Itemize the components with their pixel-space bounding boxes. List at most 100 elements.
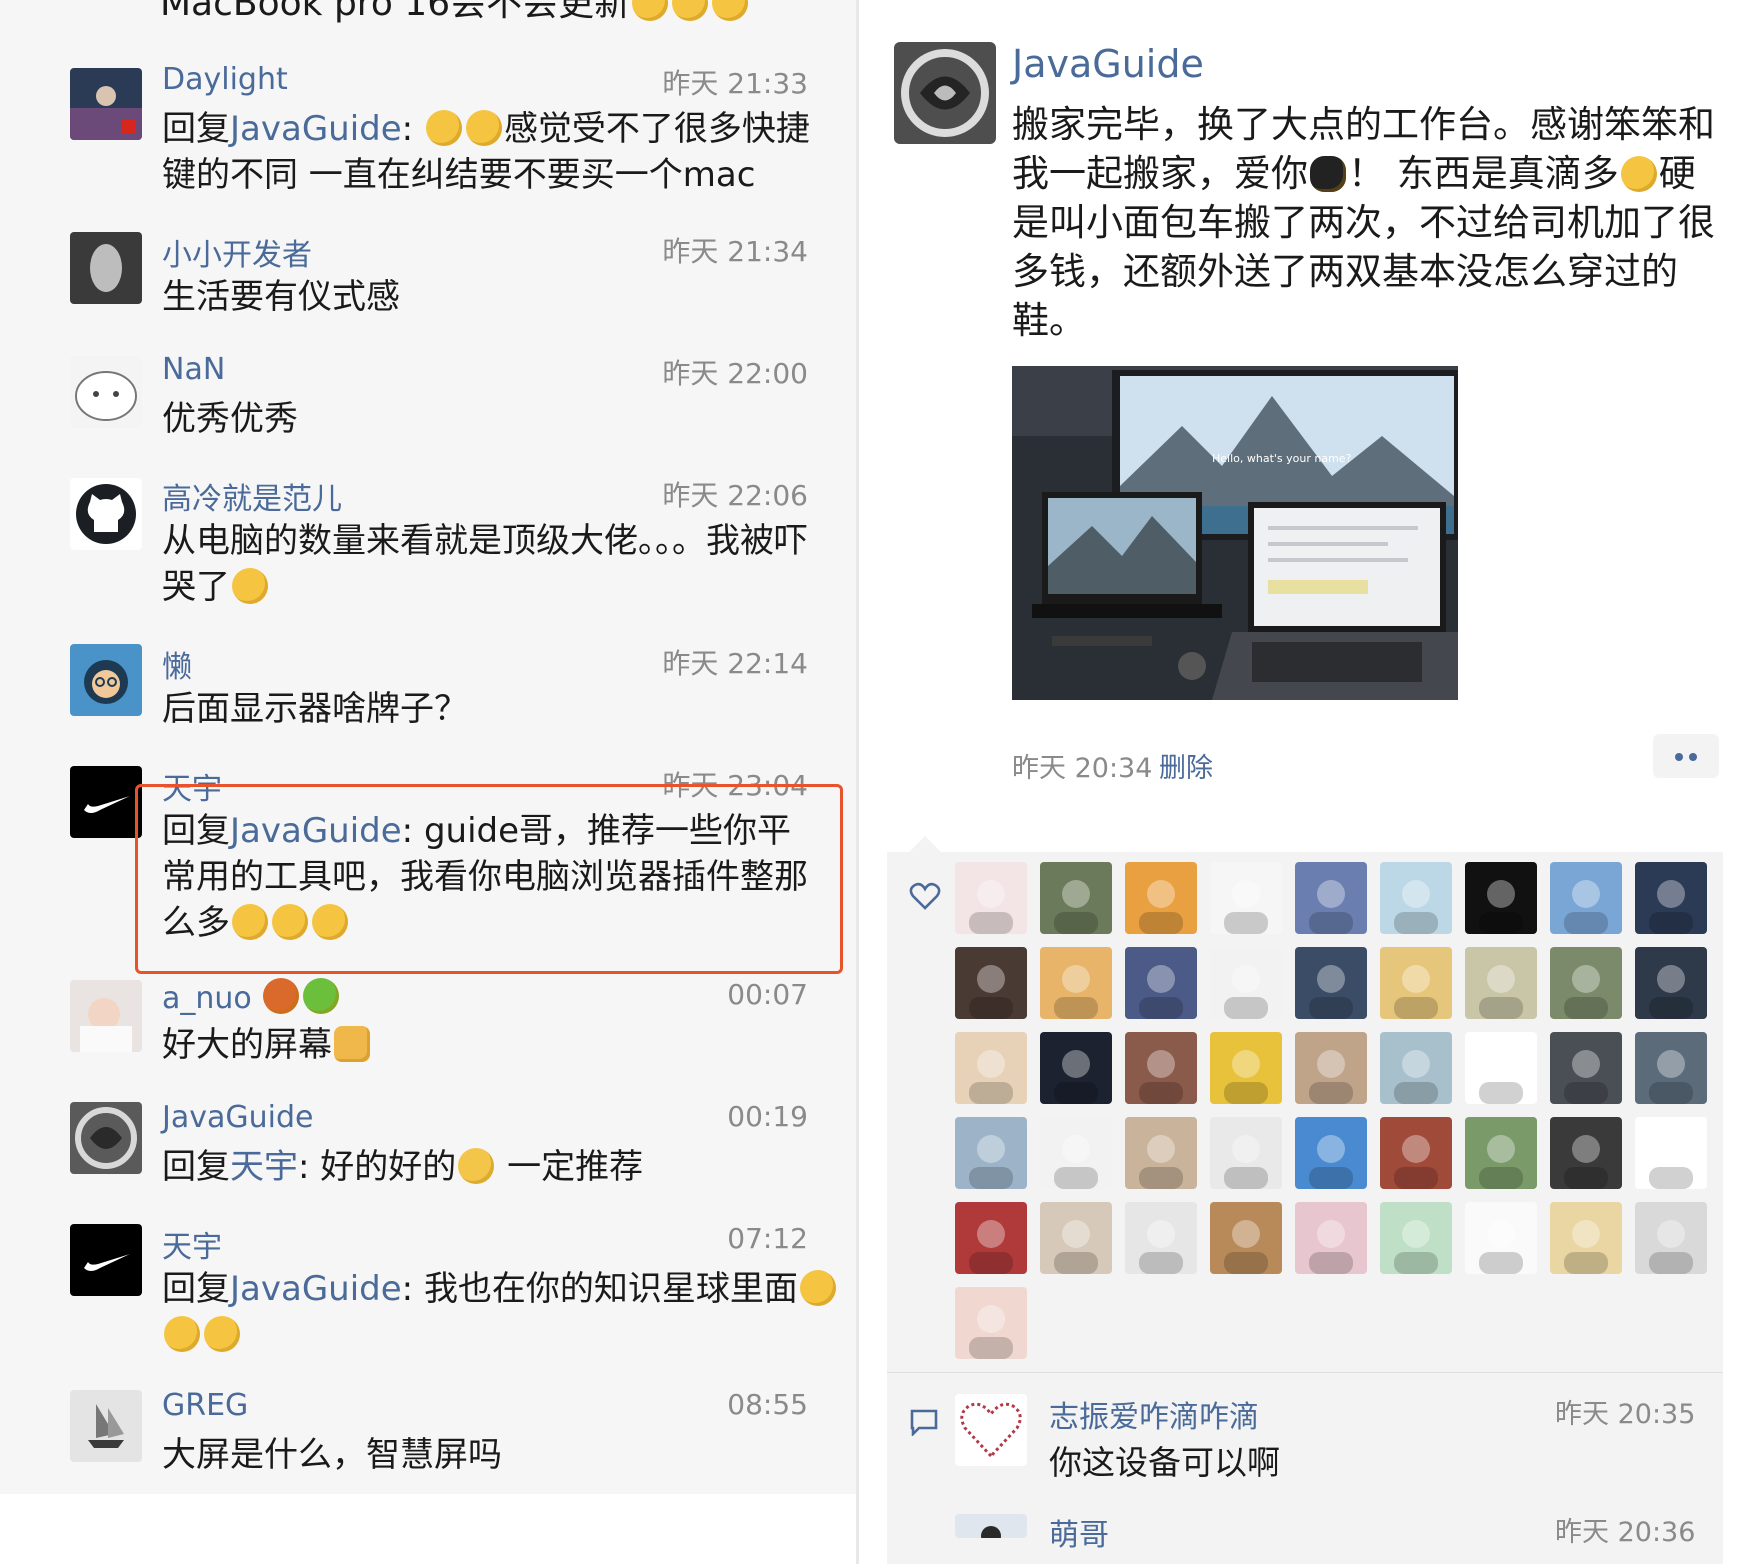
liker-avatar[interactable] [1295,947,1367,1019]
liker-avatar[interactable] [1295,1117,1367,1189]
liker-avatar[interactable] [1210,947,1282,1019]
liker-avatar[interactable] [1465,1117,1537,1189]
avatar[interactable] [70,1102,142,1174]
liker-avatar[interactable] [1465,1202,1537,1274]
liker-avatar[interactable] [955,1032,1027,1104]
commenter-name[interactable]: JavaGuide [162,1100,313,1135]
liker-avatar[interactable] [1550,862,1622,934]
comment-item: 天宇 07:12 回复JavaGuide: 我也在你的知识星球里面 [0,1222,858,1362]
avatar[interactable] [955,1394,1027,1466]
liker-avatar[interactable] [1380,947,1452,1019]
liker-avatar[interactable] [1635,1202,1707,1274]
comment-text: 后面显示器啥牌子？ [162,689,468,729]
comment-item: 高冷就是范儿 昨天 22:06 从电脑的数量来看就是顶级大佬。。。我被吓哭了 [0,474,858,624]
liker-avatar[interactable] [1210,1117,1282,1189]
commenter-name[interactable]: a_nuo [162,978,341,1016]
comment-item: Daylight 昨天 21:33 回复JavaGuide: 感觉受不了很多快捷… [0,62,858,202]
liker-avatar[interactable] [1550,947,1622,1019]
commenter-name[interactable]: 萌哥 [1049,1510,1109,1554]
commenter-name[interactable]: NaN [162,352,225,387]
avatar[interactable] [70,644,142,716]
post-time: 昨天 20:34 [1012,753,1153,784]
avatar[interactable] [70,766,142,838]
comment-time: 昨天 20:35 [1555,1399,1696,1430]
liker-avatar[interactable] [1295,1032,1367,1104]
avatar[interactable] [70,980,142,1052]
liker-avatar[interactable] [955,947,1027,1019]
avatar[interactable] [70,478,142,550]
liker-avatar[interactable] [1635,1032,1707,1104]
comment-time: 07:12 [727,1222,808,1255]
comment-time: 昨天 22:14 [662,647,808,680]
reply-target-link[interactable]: JavaGuide [230,109,402,149]
liker-avatar[interactable] [1380,1202,1452,1274]
liker-avatar[interactable] [1380,1032,1452,1104]
liker-avatar[interactable] [955,1117,1027,1189]
commenter-name[interactable]: 志振爱咋滴咋滴 [1049,1392,1259,1436]
avatar[interactable] [70,68,142,140]
avatar[interactable] [70,356,142,428]
liker-avatar[interactable] [1040,947,1112,1019]
post-photo[interactable]: Hello, what's your name? [1012,366,1458,700]
avatar[interactable] [70,1224,142,1296]
post-author-name[interactable]: JavaGuide [1012,42,1204,86]
liker-avatar[interactable] [1550,1202,1622,1274]
liker-avatar[interactable] [1125,947,1197,1019]
liker-avatar[interactable] [1635,947,1707,1019]
comment-text: 生活要有仪式感 [162,277,400,317]
liker-avatar[interactable] [1210,1032,1282,1104]
apple-emoji [303,978,340,1014]
liker-avatar[interactable] [1380,1117,1452,1189]
liker-avatar[interactable] [1295,862,1367,934]
thinking-emoji [458,1148,495,1184]
liker-avatar[interactable] [1210,862,1282,934]
liker-avatar[interactable] [1550,1032,1622,1104]
liker-avatar[interactable] [955,1202,1027,1274]
commenter-name[interactable]: GREG [162,1388,248,1423]
liker-avatar[interactable] [1040,1032,1112,1104]
liker-avatar[interactable] [1465,947,1537,1019]
comment-text: 从电脑的数量来看就是顶级大佬。。。我被吓哭了 [162,521,808,607]
liker-avatar[interactable] [1380,862,1452,934]
comment-item: 小小开发者 昨天 21:34 生活要有仪式感 [0,230,858,330]
avatar[interactable] [955,1514,1027,1538]
comment-item: a_nuo 00:07 好大的屏幕 [0,978,858,1088]
reply-target-link[interactable]: 天宇 [230,1147,298,1187]
liker-avatar[interactable] [1040,862,1112,934]
commenter-name[interactable]: 高冷就是范儿 [162,474,342,518]
comment-time: 昨天 21:34 [662,235,808,268]
liker-avatar[interactable] [1210,1202,1282,1274]
thumbs-up-emoji [334,1026,370,1062]
liker-avatar[interactable] [1040,1202,1112,1274]
liker-avatar[interactable] [1550,1117,1622,1189]
post-text: 搬家完毕，换了大点的工作台。感谢笨笨和我一起搬家，爱你！ 东西是真滴多 硬是叫小面… [1012,103,1715,342]
reply-target-link[interactable]: JavaGuide [230,1269,402,1309]
more-dots-icon[interactable] [1653,734,1719,778]
avatar[interactable] [70,1390,142,1462]
penguin-emoji [1310,156,1346,192]
comment-time: 昨天 20:36 [1555,1517,1696,1548]
comment-text: 回复JavaGuide: 感觉受不了很多快捷键的不同 一直在纠结要不要买一个ma… [162,109,810,195]
delete-link[interactable]: 删除 [1159,746,1213,785]
liker-avatar[interactable] [1125,1032,1197,1104]
liker-avatar[interactable] [1465,1032,1537,1104]
liker-avatar[interactable] [955,1287,1027,1359]
post-author-avatar[interactable] [894,42,996,144]
comment-item: NaN 昨天 22:00 优秀优秀 [0,352,858,452]
comment-item: GREG 08:55 大屏是什么，智慧屏吗 [0,1388,858,1488]
liker-avatar[interactable] [1465,862,1537,934]
commenter-name[interactable]: 小小开发者 [162,230,312,274]
commenter-name[interactable]: 懒 [162,642,192,686]
liker-avatar[interactable] [1635,862,1707,934]
liker-avatar[interactable] [1125,1117,1197,1189]
liker-avatar[interactable] [1125,862,1197,934]
liker-avatar[interactable] [1125,1202,1197,1274]
liker-avatar[interactable] [1635,1117,1707,1189]
commenter-name[interactable]: Daylight [162,62,288,97]
liker-avatar[interactable] [1295,1202,1367,1274]
liker-avatar[interactable] [1040,1117,1112,1189]
commenter-name[interactable]: 天宇 [162,1222,222,1266]
comment-time: 昨天 22:06 [662,479,808,512]
avatar[interactable] [70,232,142,304]
liker-avatar[interactable] [955,862,1027,934]
